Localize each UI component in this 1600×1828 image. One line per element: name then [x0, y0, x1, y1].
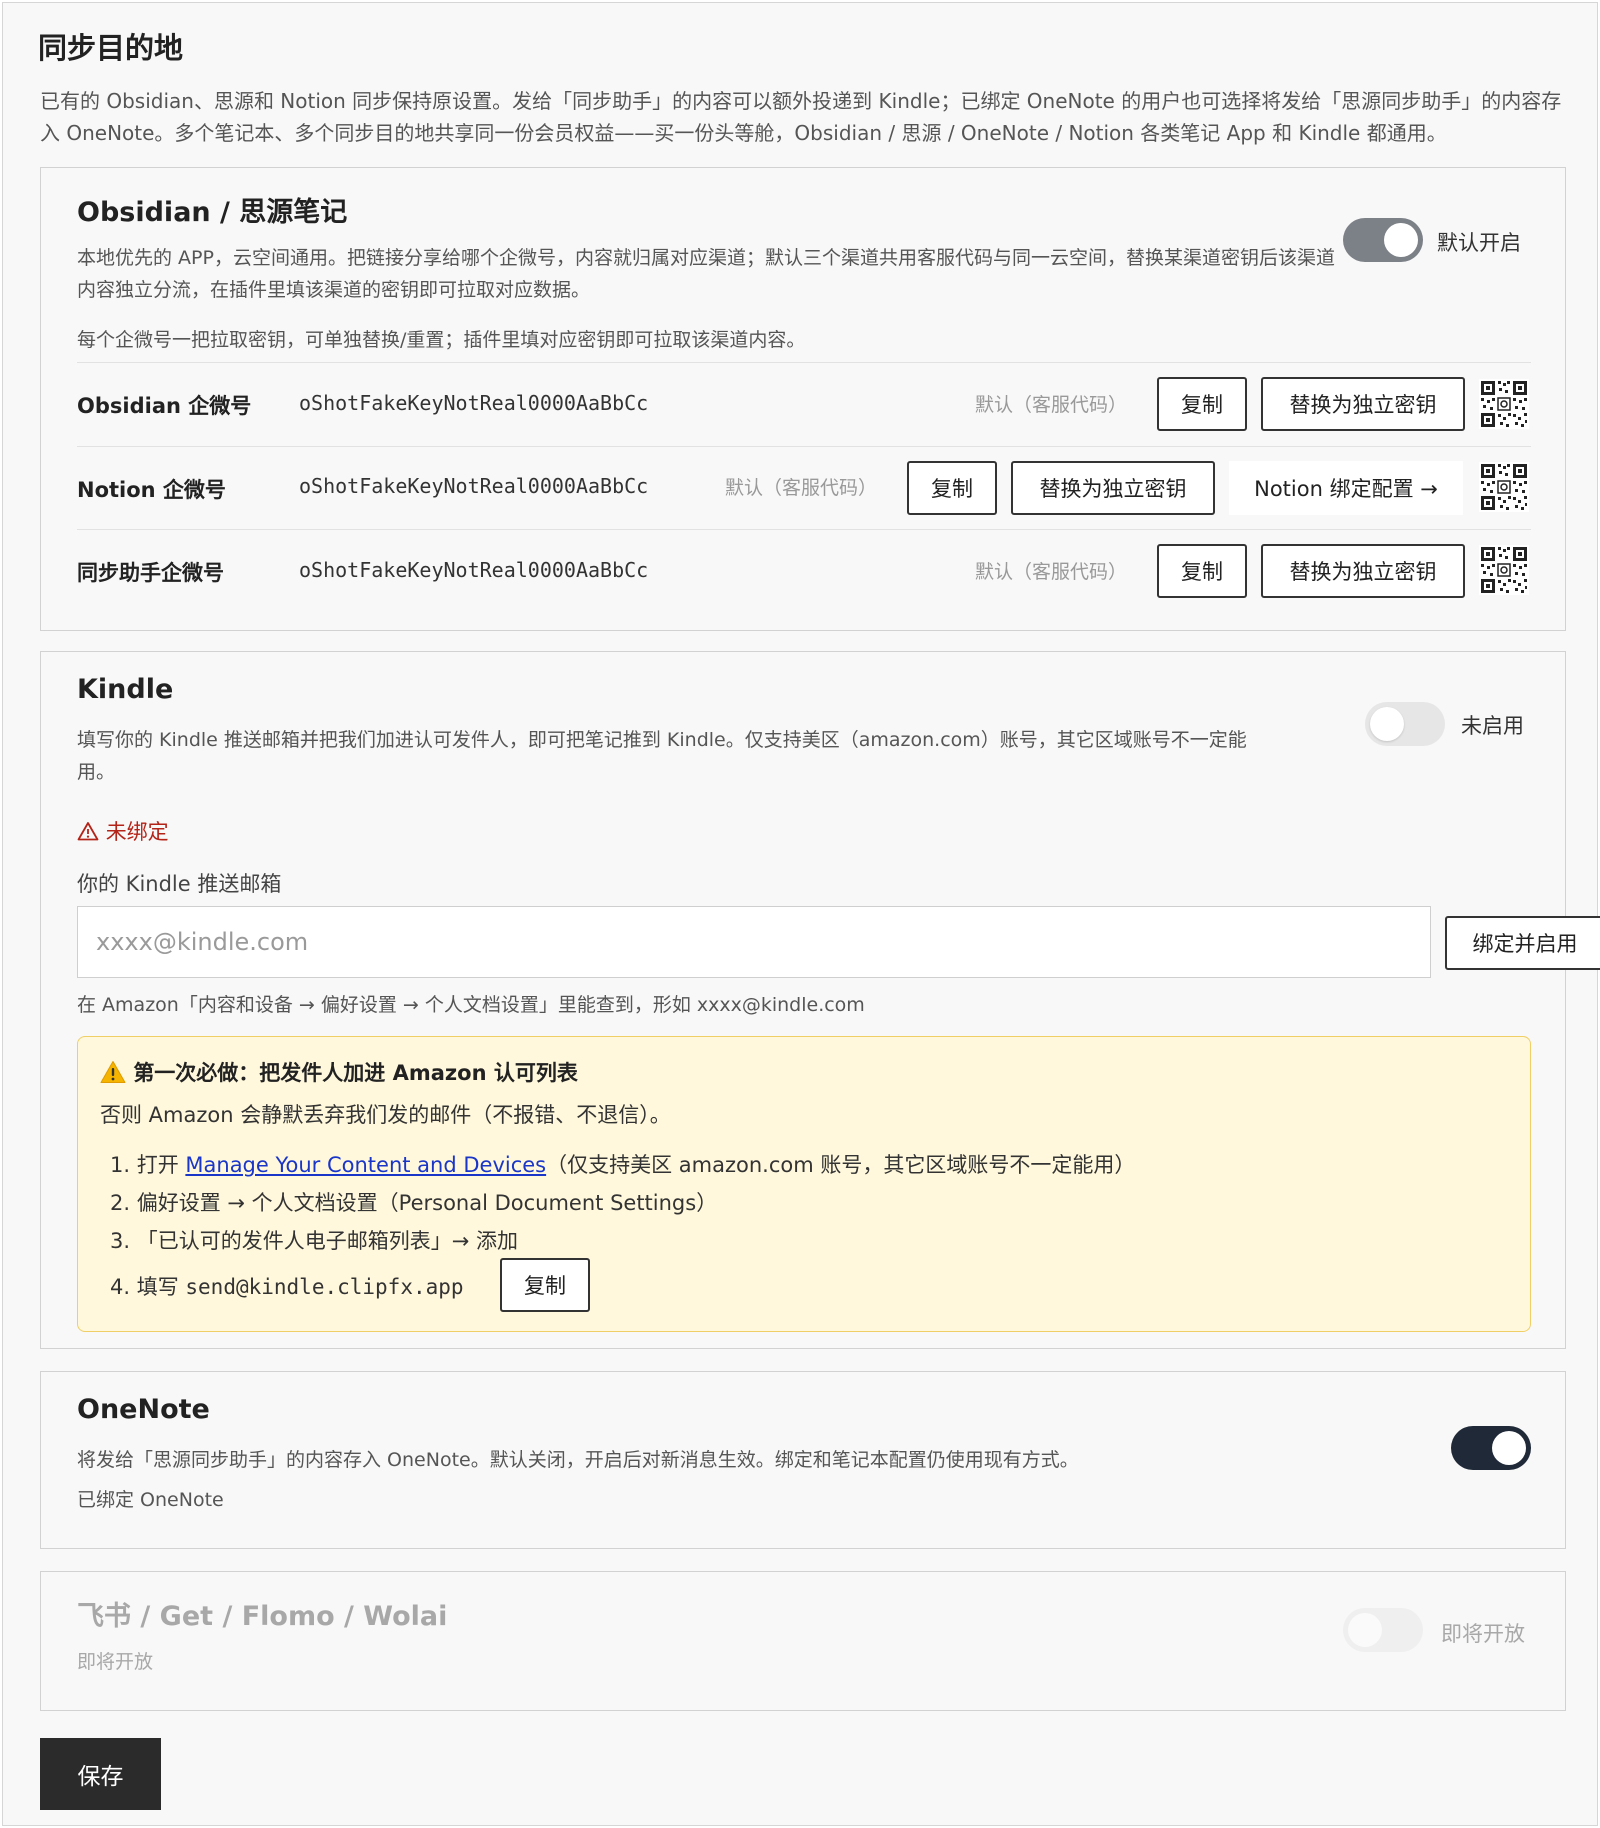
notice-title: 第一次必做：把发件人加进 Amazon 认可列表 — [100, 1057, 578, 1087]
kindle-card-title: Kindle — [77, 674, 174, 705]
other-platforms-title: 飞书 / Get / Flomo / Wolai — [77, 1601, 448, 1632]
manage-content-devices-link[interactable]: Manage Your Content and Devices — [185, 1153, 546, 1177]
replace-key-button-obsidian[interactable]: 替换为独立密钥 — [1261, 377, 1465, 431]
kindle-email-hint: 在 Amazon「内容和设备 → 偏好设置 → 个人文档设置」里能查到，形如 x… — [77, 994, 865, 1016]
divider — [77, 446, 1531, 447]
copy-button-notion[interactable]: 复制 — [907, 461, 997, 515]
toggle-knob — [1370, 707, 1404, 741]
row-label-obsidian: Obsidian 企微号 — [77, 394, 252, 418]
onenote-status: 已绑定 OneNote — [77, 1489, 224, 1511]
row-label-sync-assistant: 同步助手企微号 — [77, 561, 224, 585]
notice-step-1: 1. 打开 Manage Your Content and Devices（仅支… — [110, 1149, 1135, 1179]
qr-code-icon[interactable] — [1479, 462, 1529, 512]
step-4-prefix: 4. 填写 — [110, 1275, 186, 1299]
notice-step-3: 3. 「已认可的发件人电子邮箱列表」→ 添加 — [110, 1229, 518, 1253]
page-description: 已有的 Obsidian、思源和 Notion 同步保持原设置。发给「同步助手」… — [40, 89, 1562, 145]
save-button[interactable]: 保存 — [40, 1738, 161, 1810]
row-default-notion: 默认（客服代码） — [725, 477, 878, 499]
qr-code-icon[interactable] — [1479, 379, 1529, 429]
replace-key-button-sync-assistant[interactable]: 替换为独立密钥 — [1261, 544, 1465, 598]
row-key-obsidian: oShotFakeKeyNotReal0000AaBbCc — [299, 391, 649, 415]
obsidian-card: Obsidian / 思源笔记 本地优先的 APP，云空间通用。把链接分享给哪个… — [40, 167, 1566, 631]
row-key-sync-assistant: oShotFakeKeyNotReal0000AaBbCc — [299, 558, 649, 582]
other-platforms-toggle — [1343, 1608, 1423, 1652]
kindle-status-text: 未绑定 — [105, 820, 169, 844]
obsidian-toggle[interactable] — [1343, 218, 1423, 262]
copy-button-sync-assistant[interactable]: 复制 — [1157, 544, 1247, 598]
obsidian-toggle-label: 默认开启 — [1437, 231, 1521, 255]
notice-title-text: 第一次必做：把发件人加进 Amazon 认可列表 — [133, 1061, 578, 1085]
notice-step-4: 4. 填写 send@kindle.clipfx.app — [110, 1271, 464, 1301]
other-platforms-card: 飞书 / Get / Flomo / Wolai 即将开放 即将开放 — [40, 1571, 1566, 1711]
page-title: 同步目的地 — [38, 31, 184, 65]
toggle-knob — [1384, 223, 1418, 257]
onenote-toggle[interactable] — [1451, 1426, 1531, 1470]
kindle-toggle[interactable] — [1365, 702, 1445, 746]
kindle-card-description-line2: 用。 — [77, 761, 116, 783]
row-key-notion: oShotFakeKeyNotReal0000AaBbCc — [299, 474, 649, 498]
copy-button-obsidian[interactable]: 复制 — [1157, 377, 1247, 431]
notion-binding-config-link[interactable]: Notion 绑定配置 → — [1229, 461, 1463, 515]
toggle-knob — [1492, 1431, 1526, 1465]
kindle-toggle-label: 未启用 — [1461, 714, 1524, 738]
other-platforms-toggle-label: 即将开放 — [1441, 1622, 1525, 1646]
onenote-card-title: OneNote — [77, 1394, 210, 1425]
obsidian-card-description: 本地优先的 APP，云空间通用。把链接分享给哪个企微号，内容就归属对应渠道；默认… — [77, 247, 1335, 301]
obsidian-card-title: Obsidian / 思源笔记 — [77, 197, 348, 228]
kindle-notice-box: 第一次必做：把发件人加进 Amazon 认可列表 否则 Amazon 会静默丢弃… — [77, 1036, 1531, 1332]
kindle-status: 未绑定 — [77, 816, 169, 846]
sender-email: send@kindle.clipfx.app — [185, 1275, 464, 1299]
row-default-sync-assistant: 默认（客服代码） — [975, 561, 1128, 583]
obsidian-keys-note: 每个企微号一把拉取密钥，可单独替换/重置；插件里填对应密钥即可拉取该渠道内容。 — [77, 329, 806, 351]
divider — [77, 362, 1531, 363]
replace-key-button-notion[interactable]: 替换为独立密钥 — [1011, 461, 1215, 515]
qr-code-icon[interactable] — [1479, 545, 1529, 595]
bind-enable-button[interactable]: 绑定并启用 — [1445, 916, 1600, 970]
kindle-email-input[interactable] — [77, 906, 1431, 978]
row-default-obsidian: 默认（客服代码） — [975, 394, 1128, 416]
divider — [77, 529, 1531, 530]
warning-icon — [100, 1061, 126, 1083]
alert-triangle-icon — [77, 822, 99, 841]
onenote-card: OneNote 将发给「思源同步助手」的内容存入 OneNote。默认关闭，开启… — [40, 1371, 1566, 1549]
notice-subtitle: 否则 Amazon 会静默丢弃我们发的邮件（不报错、不退信）。 — [100, 1103, 671, 1127]
copy-sender-email-button[interactable]: 复制 — [500, 1258, 590, 1312]
notice-step-2: 2. 偏好设置 → 个人文档设置（Personal Document Setti… — [110, 1191, 718, 1215]
page-frame: 同步目的地 已有的 Obsidian、思源和 Notion 同步保持原设置。发给… — [2, 2, 1600, 1826]
toggle-knob — [1348, 1613, 1382, 1647]
kindle-card: Kindle 填写你的 Kindle 推送邮箱并把我们加进认可发件人，即可把笔记… — [40, 651, 1600, 1349]
row-label-notion: Notion 企微号 — [77, 478, 226, 502]
step-1-suffix: （仅支持美区 amazon.com 账号，其它区域账号不一定能用） — [546, 1153, 1136, 1177]
kindle-email-label: 你的 Kindle 推送邮箱 — [77, 872, 282, 896]
onenote-card-description: 将发给「思源同步助手」的内容存入 OneNote。默认关闭，开启后对新消息生效。… — [77, 1449, 1079, 1471]
kindle-card-description-line1: 填写你的 Kindle 推送邮箱并把我们加进认可发件人，即可把笔记推到 Kind… — [77, 729, 1247, 751]
other-platforms-subtitle: 即将开放 — [77, 1651, 154, 1673]
step-1-prefix: 1. 打开 — [110, 1153, 186, 1177]
